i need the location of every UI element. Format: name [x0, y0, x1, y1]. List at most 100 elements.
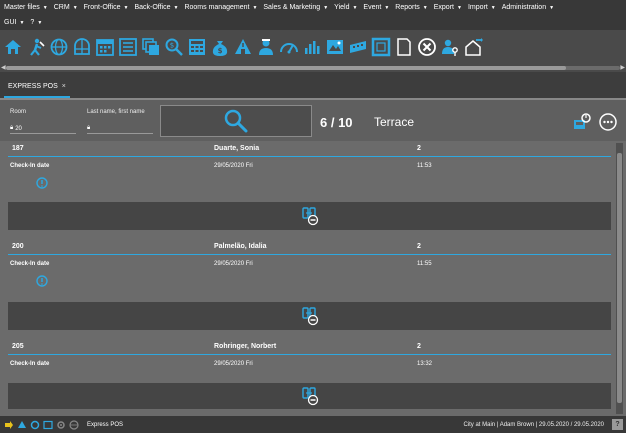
status-session-info: City at Main | Adam Brown | 29.05.2020 /… [463, 421, 604, 428]
toolbar-button-calendar[interactable] [95, 37, 115, 57]
tab-close-icon[interactable]: × [62, 83, 66, 90]
globe-icon[interactable] [69, 419, 79, 430]
transfer-charge-icon[interactable] [300, 386, 320, 406]
name-input[interactable]: 🔒︎ [87, 124, 153, 134]
guest-name: Rohringer, Norbert [214, 343, 277, 350]
toolbar-button-cancel[interactable] [417, 37, 437, 57]
money-bag-icon: $ [212, 41, 228, 56]
name-label: Last name, first name [87, 109, 145, 115]
toolbar-button-speedometer[interactable] [279, 37, 299, 57]
menu-gui[interactable]: GUI ▼ [4, 19, 24, 26]
caret-down-icon: ▼ [42, 4, 48, 11]
toolbar-scrollbar[interactable]: ◀ ▶ [0, 64, 626, 72]
menu-sales-marketing[interactable]: Sales & Marketing ▼ [263, 4, 328, 11]
scrollbar-thumb[interactable] [6, 66, 566, 70]
menu-import[interactable]: Import ▼ [468, 4, 496, 11]
toolbar-button-globe[interactable] [49, 37, 69, 57]
caret-down-icon: ▼ [422, 4, 428, 11]
charge-action-bar[interactable] [8, 202, 611, 230]
menu-yield[interactable]: Yield ▼ [334, 4, 357, 11]
tab-express-pos[interactable]: EXPRESS POS × [4, 76, 70, 98]
reservation-header[interactable]: 200 Palmelão, Idalia 2 [8, 239, 611, 255]
toolbar-button-house-arrow[interactable] [463, 37, 483, 57]
menu-label: GUI [4, 19, 17, 26]
charge-action-bar[interactable] [8, 302, 611, 330]
menu-label: Back-Office [134, 4, 171, 11]
toolbar-button-walk-in[interactable] [26, 37, 46, 57]
info-icon[interactable] [36, 275, 48, 287]
reservation-header[interactable]: 205 Rohringer, Norbert 2 [8, 339, 611, 355]
toolbar-button-user-key[interactable] [440, 37, 460, 57]
toolbar-button-home-back[interactable] [3, 37, 23, 57]
info-icon[interactable] [36, 177, 48, 189]
window-icon[interactable] [43, 420, 53, 430]
house-arrow-icon [465, 38, 483, 56]
menu-front-office[interactable]: Front-Office ▼ [84, 4, 129, 11]
toolbar-button-money-bag[interactable]: $ [210, 37, 230, 57]
scroll-right-icon[interactable]: ▶ [620, 64, 625, 71]
housekeeping-icon [235, 39, 251, 54]
status-icons [4, 419, 79, 430]
transfer-charge-icon[interactable] [300, 206, 320, 226]
toolbar-button-cash-register[interactable] [187, 37, 207, 57]
checkin-label: Check-In date [10, 163, 50, 169]
checkin-label: Check-In date [10, 361, 50, 367]
toolbar-button-map[interactable] [325, 37, 345, 57]
room-input[interactable]: 🔒︎ 20 [10, 124, 76, 134]
caret-down-icon: ▼ [252, 4, 258, 11]
scroll-left-icon[interactable]: ◀ [1, 64, 6, 71]
toolbar-button-bar-chart[interactable] [302, 37, 322, 57]
tab-strip: EXPRESS POS × [0, 72, 626, 98]
menu-help[interactable]: ? ▼ [30, 19, 42, 26]
room-number: 187 [12, 145, 24, 152]
charge-action-bar[interactable] [8, 383, 611, 409]
help-button[interactable]: ? [612, 419, 623, 430]
toolbar-button-multi-window[interactable] [141, 37, 161, 57]
more-options-icon[interactable] [598, 112, 618, 132]
menu-reports[interactable]: Reports ▼ [395, 4, 427, 11]
checkin-time: 13:32 [417, 361, 433, 367]
toolbar-button-housekeeping[interactable] [233, 37, 253, 57]
checkin-date: 29/05/2020 Fri [214, 361, 253, 367]
transfer-charge-icon[interactable] [300, 306, 320, 326]
refresh-icon[interactable] [30, 420, 40, 430]
menu-administration[interactable]: Administration ▼ [502, 4, 554, 11]
checkin-time: 11:55 [417, 261, 432, 267]
toolbar-button-frame[interactable] [371, 37, 391, 57]
menu-export[interactable]: Export ▼ [434, 4, 462, 11]
menu-label: Reports [395, 4, 420, 11]
room-number: 200 [12, 243, 24, 250]
search-button[interactable] [160, 105, 312, 137]
menu-label: Yield [334, 4, 350, 11]
eject-icon[interactable] [17, 420, 27, 430]
guest-count: 2 [417, 145, 421, 152]
list-scrollbar-thumb[interactable] [617, 153, 622, 403]
search-money-icon: $ [165, 38, 183, 56]
menu-label: Master files [4, 4, 40, 11]
record-counter: 6 / 10 [320, 115, 353, 130]
status-module: Express POS [87, 421, 124, 428]
menu-back-office[interactable]: Back-Office ▼ [134, 4, 178, 11]
toolbar-button-staff[interactable] [256, 37, 276, 57]
caret-down-icon: ▼ [173, 4, 179, 11]
checkin-date: 29/05/2020 Fri [214, 261, 253, 267]
menu-event[interactable]: Event ▼ [363, 4, 389, 11]
menu-master-files[interactable]: Master files ▼ [4, 4, 48, 11]
reservation-header[interactable]: 187 Duarte, Sonia 2 [8, 141, 611, 157]
toolbar-button-search-money[interactable]: $ [164, 37, 184, 57]
menu-rooms-management[interactable]: Rooms management ▼ [184, 4, 257, 11]
checkin-time: 11:53 [417, 163, 432, 169]
menu-crm[interactable]: CRM ▼ [54, 4, 78, 11]
pos-terminal-icon[interactable] [572, 112, 592, 132]
menu-label: Front-Office [83, 4, 121, 11]
caret-down-icon: ▼ [549, 4, 555, 11]
toolbar-button-document[interactable] [394, 37, 414, 57]
toolbar-button-keyboard[interactable] [348, 37, 368, 57]
toolbar-button-list[interactable] [118, 37, 138, 57]
settings-icon[interactable] [56, 420, 66, 430]
map-icon [327, 40, 343, 54]
list-scrollbar[interactable] [616, 143, 623, 414]
arrow-right-icon[interactable] [4, 420, 14, 430]
calendar-icon [96, 39, 114, 56]
toolbar-button-world-grid[interactable] [72, 37, 92, 57]
